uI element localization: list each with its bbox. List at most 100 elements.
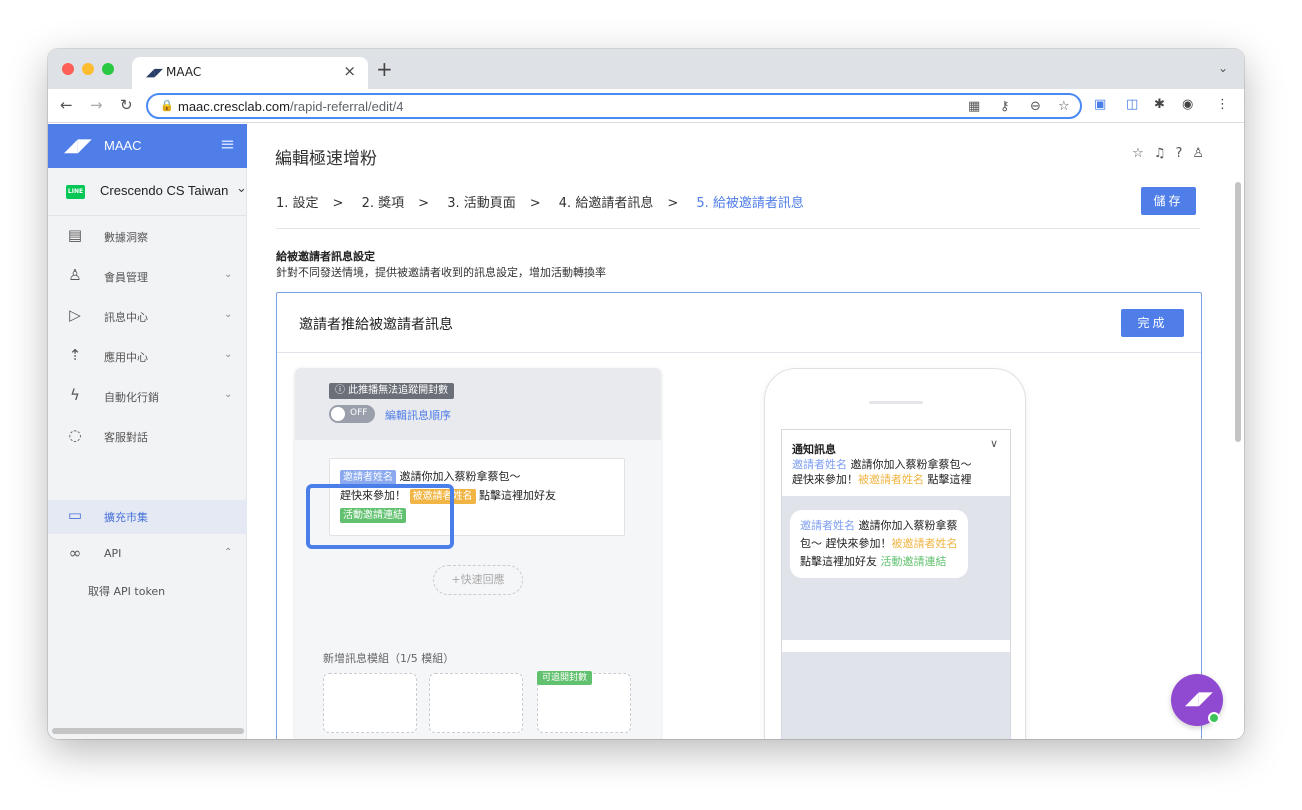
new-tab-button[interactable]: + [376,57,393,81]
chevron-down-icon: ∨ [989,437,998,450]
qr-code-icon[interactable]: ▦ [968,99,980,114]
inviter-name-tag[interactable]: 邀請者姓名 [340,470,396,485]
translate-extension-icon[interactable]: ▣ [1094,97,1106,112]
address-bar[interactable]: 🔒 maac.cresclab.com/rapid-referral/edit/… [146,93,1082,119]
maac-favicon-icon: ◢◤ [146,66,163,79]
maximize-window-button[interactable] [102,63,114,75]
section-description: 針對不同發送情境，提供被邀請者收到的訊息設定，增加活動轉換率 [276,266,606,279]
order-toggle[interactable]: OFF [329,405,375,423]
sidebar-item-api[interactable]: ∞ API ⌃ [48,538,247,572]
panel-title: 邀請者推給被邀請者訊息 [299,317,453,333]
save-button[interactable]: 儲存 [1141,187,1196,215]
sidebar-item-messages[interactable]: ▷ 訊息中心 ⌄ [48,300,247,334]
phone-screen: 通知訊息 ∨ 邀請者姓名 邀請你加入蔡粉拿蔡包～ 趕快來參加！被邀請者姓名 點擊… [781,429,1011,739]
chevron-down-icon: ⌄ [224,269,233,280]
reload-icon[interactable]: ↻ [120,96,133,114]
sidebar-item-label: 數據洞察 [104,231,148,244]
sidebar-subitem-api-token[interactable]: 取得 API token [88,583,165,599]
tab-close-icon[interactable]: × [343,62,356,80]
done-button[interactable]: 完成 [1121,309,1184,337]
sidebar-item-marketplace[interactable]: ▭ 擴充市集 [48,500,247,534]
sidebar-item-chat[interactable]: ◌ 客服對話 [48,420,247,454]
url-text: maac.cresclab.com/rapid-referral/edit/4 [178,99,404,114]
online-status-dot [1208,712,1220,724]
message-text: 點擊這裡加好友 [479,489,556,502]
sidebar-item-members[interactable]: ♙ 會員管理 ⌄ [48,260,247,294]
chevron-down-icon: ⌄ [236,181,247,196]
step-separator: > [529,196,541,211]
invite-link-text: 活動邀請連結 [880,555,947,568]
step-5-current[interactable]: 5. 給被邀請者訊息 [696,196,804,211]
tab-list-chevron-icon[interactable]: ⌄ [1218,61,1228,75]
bell-icon[interactable]: ♫ [1154,146,1176,161]
bookmark-star-icon[interactable]: ☆ [1058,99,1070,114]
brand-header: ◢◤ MAAC ≡ [48,124,247,168]
sidebar-scrollbar[interactable] [52,728,244,734]
step-4[interactable]: 4. 給邀請者訊息 [559,196,654,211]
profile-avatar-icon[interactable]: ◉ [1182,97,1193,112]
step-3[interactable]: 3. 活動頁面 [447,196,516,211]
sidebar-item-label: 客服對話 [104,431,148,444]
toggle-knob [331,407,345,421]
step-1[interactable]: 1. 設定 [276,196,319,211]
send-icon: ▷ [69,306,81,324]
maac-logo-icon: ◢◤ [64,135,92,156]
store-icon: ▭ [67,506,83,524]
page-scrollbar[interactable] [1235,182,1241,442]
brand-name: MAAC [104,138,142,153]
image-module-button[interactable] [429,673,523,733]
editor-toolbar: ⓘ 此推播無法追蹤開封數 OFF 編輯訊息順序 [295,368,661,440]
forward-icon[interactable]: → [90,96,103,114]
sidebar-item-insights[interactable]: ▤ 數據洞察 [48,220,247,254]
maac-logo-icon: ◢◤ [1185,688,1213,709]
step-breadcrumb: 1. 設定 > 2. 獎項 > 3. 活動頁面 > 4. 給邀請者訊息 > 5. 給被邀… [276,192,818,211]
quick-reply-button[interactable]: +快速回應 [433,565,523,595]
notification-preview: 通知訊息 ∨ 邀請者姓名 邀請你加入蔡粉拿蔡包～ 趕快來參加！被邀請者姓名 點擊… [782,430,1010,496]
sidebar-item-label: 會員管理 [104,271,148,284]
extensions-puzzle-icon[interactable]: ✱ [1154,97,1165,112]
section-title: 給被邀請者訊息設定 [276,250,375,263]
sidebar-item-label: 訊息中心 [104,311,148,324]
rocket-icon: ⇡ [68,346,82,364]
back-icon[interactable]: ← [60,96,73,114]
star-icon[interactable]: ☆ [1132,146,1154,161]
divider [276,228,1200,229]
browser-tab[interactable]: ◢◤ MAAC × [132,57,368,89]
notification-text: 點擊這裡 [924,473,972,486]
invitee-name-text: 被邀請者姓名 [858,473,924,486]
account-name: Crescendo CS Taiwan [100,183,229,198]
browser-menu-icon[interactable]: ⋮ [1216,97,1229,112]
sidebar: ◢◤ MAAC ≡ LINE Crescendo CS Taiwan ⌄ ▤ 數… [48,124,247,739]
sidebar-item-automation[interactable]: ϟ 自動化行銷 ⌄ [48,380,247,414]
user-switch-icon[interactable]: ♙ [1192,146,1214,161]
help-icon[interactable]: ? [1175,146,1192,161]
minimize-window-button[interactable] [82,63,94,75]
browser-window: ◢◤ MAAC × + ⌄ ← → ↻ 🔒 maac.cresclab.com/… [48,49,1244,739]
chevron-down-icon: ⌄ [224,389,233,400]
bubble-text: 點擊這裡加好友 [800,555,881,568]
step-separator: > [332,196,344,211]
sidebar-item-apps[interactable]: ⇡ 應用中心 ⌄ [48,340,247,374]
sidebar-item-label: API [104,547,122,560]
chat-bubble-icon: ◌ [68,426,82,444]
account-switcher[interactable]: LINE Crescendo CS Taiwan ⌄ [48,168,247,216]
step-2[interactable]: 2. 獎項 [362,196,405,211]
step-separator: > [667,196,679,211]
edit-order-link[interactable]: 編輯訊息順序 [385,407,451,423]
header-icons: ☆♫?♙ [1132,146,1214,161]
inviter-name-text: 邀請者姓名 [792,458,847,471]
chevron-down-icon: ⌄ [224,349,233,360]
message-panel: 邀請者推給被邀請者訊息 完成 ⓘ 此推播無法追蹤開封數 OFF 編輯訊息順序 邀… [276,292,1202,739]
add-module-label: 新增訊息模組（1/5 模組） [323,652,455,665]
close-window-button[interactable] [62,63,74,75]
zoom-icon[interactable]: ⊖ [1030,99,1041,114]
text-module-button[interactable] [323,673,417,733]
sidebar-item-label: 擴充市集 [104,511,148,524]
chat-bubble-preview: 邀請者姓名 邀請你加入蔡粉拿蔡包～ 趕快來參加！被邀請者姓名 點擊這裡加好友 活… [790,510,968,578]
chevron-down-icon: ⌄ [224,309,233,320]
reader-extension-icon[interactable]: ◫ [1126,97,1138,112]
panel-header: 邀請者推給被邀請者訊息 完成 [277,293,1201,353]
notification-line-1: 邀請者姓名 邀請你加入蔡粉拿蔡包～ [792,457,1000,472]
hamburger-menu-icon[interactable]: ≡ [220,134,235,155]
key-icon[interactable]: ⚷ [1000,99,1010,114]
